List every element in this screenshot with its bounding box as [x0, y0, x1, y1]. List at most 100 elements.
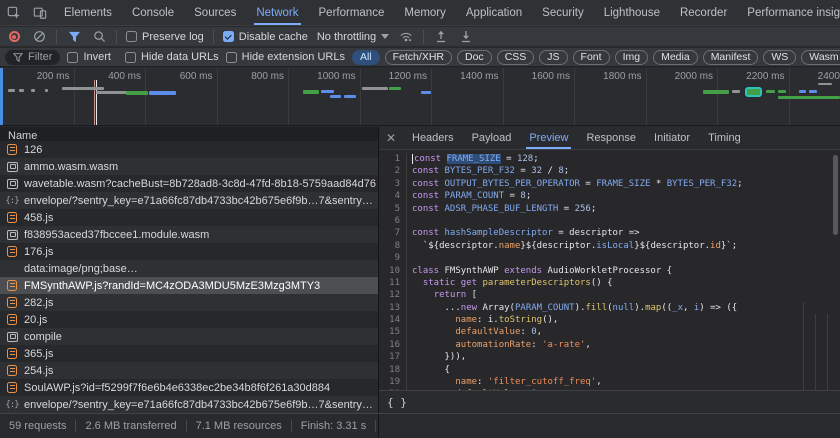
line-number[interactable]: 12: [379, 289, 407, 301]
line-number[interactable]: 2: [379, 165, 407, 177]
filter-pill-doc[interactable]: Doc: [457, 50, 492, 65]
clear-icon[interactable]: [31, 29, 47, 45]
throttling-dropdown[interactable]: No throttling: [317, 31, 389, 43]
tab-performance[interactable]: Performance: [309, 0, 395, 25]
code-scrollbar[interactable]: [833, 155, 838, 235]
filter-pill-media[interactable]: Media: [653, 50, 698, 65]
request-row[interactable]: 176.js: [0, 243, 378, 260]
checkbox[interactable]: [223, 31, 234, 42]
checkbox[interactable]: [125, 52, 136, 63]
request-row[interactable]: 365.js: [0, 345, 378, 362]
checkbox[interactable]: [226, 52, 237, 63]
tab-lighthouse[interactable]: Lighthouse: [594, 0, 670, 25]
request-row[interactable]: 20.js: [0, 311, 378, 328]
export-har-icon[interactable]: [458, 29, 474, 45]
code-line: 3const OUTPUT_BYTES_PER_OPERATOR = FRAME…: [379, 178, 840, 190]
invert-checkbox[interactable]: Invert: [67, 51, 111, 63]
checkbox[interactable]: [126, 31, 137, 42]
tab-recorder[interactable]: Recorder: [670, 0, 737, 25]
format-icon[interactable]: { }: [387, 396, 407, 409]
hide-extension-urls-checkbox[interactable]: Hide extension URLs: [226, 51, 345, 63]
line-number[interactable]: 3: [379, 178, 407, 190]
timeline-gridline: [360, 68, 361, 125]
code-line: 16 automationRate: 'a-rate',: [379, 339, 840, 351]
detail-tab-payload[interactable]: Payload: [463, 127, 521, 149]
detail-tab-timing[interactable]: Timing: [699, 127, 750, 149]
disable-cache-checkbox[interactable]: Disable cache: [223, 31, 308, 43]
network-conditions-icon[interactable]: [398, 29, 414, 45]
line-number[interactable]: 15: [379, 326, 407, 338]
tab-application[interactable]: Application: [456, 0, 532, 25]
line-number[interactable]: 1: [379, 153, 407, 165]
timeline-gridline: [431, 68, 432, 125]
network-overview[interactable]: 200 ms400 ms600 ms800 ms1000 ms1200 ms14…: [0, 68, 840, 126]
divider: [423, 30, 424, 44]
inspect-icon[interactable]: [6, 5, 22, 21]
filter-pill-wasm[interactable]: Wasm: [801, 50, 840, 65]
request-name: FMSynthAWP.js?randId=MC4zODA3MDU5MzE3Mzg…: [24, 280, 320, 292]
import-har-icon[interactable]: [433, 29, 449, 45]
line-number[interactable]: 10: [379, 265, 407, 277]
tab-sources[interactable]: Sources: [184, 0, 246, 25]
detail-tab-initiator[interactable]: Initiator: [645, 127, 699, 149]
line-number[interactable]: 13: [379, 302, 407, 314]
request-row[interactable]: SoulAWP.js?id=f5299f7f6e6b4e6338ec2be34b…: [0, 379, 378, 396]
line-number[interactable]: 17: [379, 351, 407, 363]
request-row[interactable]: 282.js: [0, 294, 378, 311]
filter-pill-font[interactable]: Font: [573, 50, 610, 65]
detail-tab-preview[interactable]: Preview: [520, 127, 577, 149]
request-row[interactable]: ammo.wasm.wasm: [0, 158, 378, 175]
line-number[interactable]: 19: [379, 376, 407, 388]
filter-pill-all[interactable]: All: [352, 50, 380, 65]
line-number[interactable]: 7: [379, 227, 407, 239]
filter-pill-manifest[interactable]: Manifest: [703, 50, 759, 65]
status-dom-label: DOM: [376, 420, 379, 432]
request-row[interactable]: wavetable.wasm?cacheBust=8b728ad8-3c8d-4…: [0, 175, 378, 192]
line-number[interactable]: 6: [379, 215, 407, 227]
checkbox[interactable]: [67, 52, 78, 63]
detail-tab-response[interactable]: Response: [577, 127, 645, 149]
detail-tab-headers[interactable]: Headers: [403, 127, 463, 149]
line-number[interactable]: 9: [379, 252, 407, 264]
request-row[interactable]: f838953aced37fbccee1.module.wasm: [0, 226, 378, 243]
line-number[interactable]: 5: [379, 203, 407, 215]
hide-data-urls-label: Hide data URLs: [141, 51, 219, 63]
hide-data-urls-checkbox[interactable]: Hide data URLs: [125, 51, 219, 63]
filter-pill-css[interactable]: CSS: [497, 50, 535, 65]
search-icon[interactable]: [91, 29, 107, 45]
request-row[interactable]: {:}envelope/?sentry_key=e71a66fc87db4733…: [0, 396, 378, 413]
line-number[interactable]: 14: [379, 314, 407, 326]
tab-performance-insights[interactable]: Performance insights: [737, 0, 840, 25]
code-preview[interactable]: 1const FRAME_SIZE = 128;2const BYTES_PER…: [379, 151, 840, 390]
request-row[interactable]: FMSynthAWP.js?randId=MC4zODA3MDU5MzE3Mzg…: [0, 277, 378, 294]
request-row[interactable]: data:image/png;base…: [0, 260, 378, 277]
request-row[interactable]: compile: [0, 328, 378, 345]
filter-funnel-icon[interactable]: [66, 29, 82, 45]
record-icon[interactable]: [6, 29, 22, 45]
close-icon[interactable]: ✕: [379, 131, 403, 145]
request-row[interactable]: 458.js: [0, 209, 378, 226]
request-row[interactable]: 126: [0, 141, 378, 158]
filter-pill-fetch-xhr[interactable]: Fetch/XHR: [385, 50, 452, 65]
device-toolbar-icon[interactable]: [32, 5, 48, 21]
line-number[interactable]: 8: [379, 240, 407, 252]
tab-console[interactable]: Console: [122, 0, 184, 25]
tab-elements[interactable]: Elements: [54, 0, 122, 25]
request-row[interactable]: {:}envelope/?sentry_key=e71a66fc87db4733…: [0, 192, 378, 209]
filter-pill-img[interactable]: Img: [615, 50, 649, 65]
filter-pill-js[interactable]: JS: [539, 50, 567, 65]
tab-network[interactable]: Network: [246, 0, 308, 25]
line-number[interactable]: 11: [379, 277, 407, 289]
line-content: name: i.toString(),: [407, 314, 558, 326]
filter-pill-ws[interactable]: WS: [763, 50, 796, 65]
script-icon: [6, 144, 18, 156]
line-number[interactable]: 16: [379, 339, 407, 351]
line-number[interactable]: 18: [379, 364, 407, 376]
filter-input[interactable]: Filter: [5, 50, 60, 65]
tab-security[interactable]: Security: [532, 0, 594, 25]
tab-memory[interactable]: Memory: [394, 0, 456, 25]
overview-left-handle[interactable]: [0, 68, 3, 125]
line-number[interactable]: 4: [379, 190, 407, 202]
request-row[interactable]: 254.js: [0, 362, 378, 379]
preserve-log-checkbox[interactable]: Preserve log: [126, 31, 204, 43]
